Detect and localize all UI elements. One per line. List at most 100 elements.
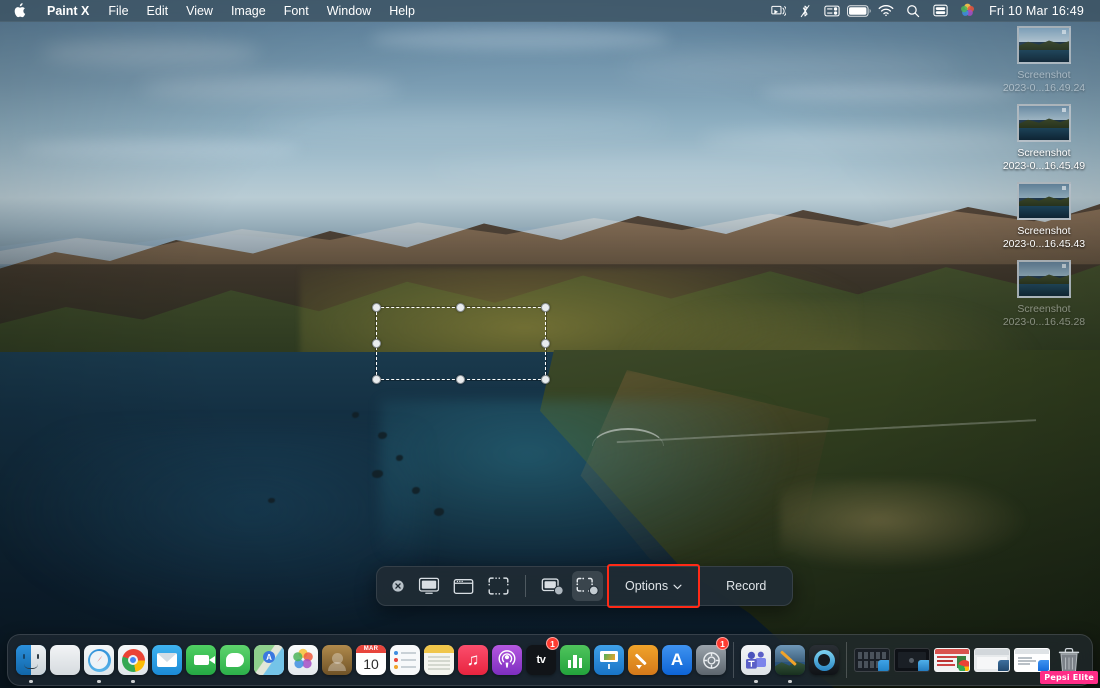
running-indicator xyxy=(97,679,101,683)
dock: A MAR 10 ♫ tv 1 A 1 xyxy=(7,634,1093,686)
screenshot-thumbnail xyxy=(1017,260,1071,298)
dock-divider xyxy=(846,642,847,678)
menu-bar-clock[interactable]: Fri 10 Mar 16:49 xyxy=(981,4,1088,18)
dock-item-music[interactable]: ♫ xyxy=(456,634,490,686)
dock-item-quicktime-player[interactable] xyxy=(807,634,841,686)
dock-item-system-preferences[interactable]: 1 xyxy=(694,634,729,686)
close-icon[interactable] xyxy=(387,571,409,601)
screenshot-thumbnail xyxy=(1017,182,1071,220)
calendar-icon: MAR 10 xyxy=(356,645,386,675)
dock-item-calendar[interactable]: MAR 10 xyxy=(354,634,388,686)
dock-item-microsoft-teams[interactable] xyxy=(739,634,773,686)
facetime-icon xyxy=(186,645,216,675)
photos-icon xyxy=(288,645,318,675)
system-preferences-badge: 1 xyxy=(716,637,729,650)
dock-item-messages[interactable] xyxy=(218,634,252,686)
record-button[interactable]: Record xyxy=(714,573,778,599)
mail-icon xyxy=(152,645,182,675)
numbers-icon xyxy=(560,645,590,675)
cloud-shape xyxy=(370,28,670,50)
dock-item-contacts[interactable] xyxy=(320,634,354,686)
dock-item-mail[interactable] xyxy=(150,634,184,686)
podcasts-icon xyxy=(492,645,522,675)
desktop-file-label: Screenshot 2023-0...16.45.49 xyxy=(1003,147,1085,173)
dock-item-paint-x[interactable] xyxy=(773,634,807,686)
menu-item-file[interactable]: File xyxy=(99,0,137,21)
photos-menu-icon[interactable] xyxy=(954,0,980,22)
file-name-line2: 2023-0...16.45.43 xyxy=(1002,238,1086,250)
cloud-shape xyxy=(40,40,260,66)
spotlight-search-icon[interactable] xyxy=(900,0,926,22)
dock-item-pages[interactable] xyxy=(626,634,660,686)
menu-item-view[interactable]: View xyxy=(177,0,222,21)
menu-item-window[interactable]: Window xyxy=(318,0,380,21)
desktop-file-item[interactable]: Screenshot 2023-0...16.45.28 xyxy=(996,260,1092,329)
dock-item-numbers[interactable] xyxy=(558,634,592,686)
desktop-file-item[interactable]: Screenshot 2023-0...16.49.24 xyxy=(996,26,1092,95)
running-indicator xyxy=(29,679,33,683)
minimized-window-safari[interactable] xyxy=(892,634,932,686)
siri-icon[interactable] xyxy=(927,0,953,22)
dock-item-notes[interactable] xyxy=(422,634,456,686)
app-store-icon: A xyxy=(662,645,692,675)
quicktime-player-icon xyxy=(809,645,839,675)
file-name-line1: Screenshot xyxy=(1017,69,1071,81)
record-entire-screen-button[interactable] xyxy=(537,571,568,601)
cloud-shape xyxy=(250,112,670,138)
minimized-window-paint-x[interactable] xyxy=(972,634,1012,686)
file-name-line1: Screenshot xyxy=(1017,225,1071,237)
selection-handle-se[interactable] xyxy=(541,375,550,384)
selection-handle-w[interactable] xyxy=(372,338,381,348)
selection-handle-sw[interactable] xyxy=(372,375,381,384)
selection-handle-s[interactable] xyxy=(456,375,465,384)
dock-item-app-store[interactable]: A xyxy=(660,634,694,686)
dock-item-apple-tv[interactable]: tv 1 xyxy=(524,634,559,686)
capture-selected-portion-button[interactable] xyxy=(483,571,514,601)
microsoft-teams-icon xyxy=(741,645,771,675)
file-name-line2: 2023-0...16.45.28 xyxy=(1002,316,1086,328)
safari-icon xyxy=(84,645,114,675)
bluetooth-off-icon[interactable] xyxy=(792,0,818,22)
capture-selected-window-button[interactable] xyxy=(448,571,479,601)
wifi-icon[interactable] xyxy=(873,0,899,22)
menu-item-font[interactable]: Font xyxy=(275,0,318,21)
dock-item-safari[interactable] xyxy=(82,634,116,686)
selection-handle-e[interactable] xyxy=(541,338,550,348)
capture-entire-screen-button[interactable] xyxy=(413,571,444,601)
menu-app-name[interactable]: Paint X xyxy=(37,0,99,21)
cloud-shape xyxy=(700,130,1030,150)
options-button[interactable]: Options xyxy=(613,573,694,599)
screen-mirroring-icon[interactable] xyxy=(765,0,791,22)
chrome-icon xyxy=(118,645,148,675)
options-button-wrapper: Options xyxy=(607,564,701,608)
dock-item-facetime[interactable] xyxy=(184,634,218,686)
selection-handle-nw[interactable] xyxy=(372,303,381,312)
desktop-file-item[interactable]: Screenshot 2023-0...16.45.49 xyxy=(996,104,1092,173)
dock-item-launchpad[interactable] xyxy=(48,634,82,686)
dock-item-maps[interactable]: A xyxy=(252,634,286,686)
menu-item-help[interactable]: Help xyxy=(380,0,424,21)
minimized-window-chrome[interactable] xyxy=(932,634,972,686)
selection-handle-ne[interactable] xyxy=(541,303,550,312)
battery-icon[interactable] xyxy=(846,0,872,22)
screen-capture-selection-area[interactable] xyxy=(372,303,550,384)
desktop-file-item[interactable]: Screenshot 2023-0...16.45.43 xyxy=(996,182,1092,251)
dock-item-reminders[interactable] xyxy=(388,634,422,686)
dock-item-photos[interactable] xyxy=(286,634,320,686)
screenshot-toolbar: Options Record xyxy=(376,564,794,608)
cloud-shape xyxy=(430,158,850,180)
screenshot-thumbnail xyxy=(1017,104,1071,142)
dock-item-finder[interactable] xyxy=(14,634,48,686)
dock-item-chrome[interactable] xyxy=(116,634,150,686)
dock-item-keynote[interactable] xyxy=(592,634,626,686)
selection-handle-n[interactable] xyxy=(456,303,465,312)
record-selected-portion-button[interactable] xyxy=(572,571,603,601)
chevron-down-icon xyxy=(673,579,682,593)
apple-logo-icon[interactable] xyxy=(0,0,37,21)
minimized-window-launchpad[interactable] xyxy=(852,634,892,686)
maps-icon: A xyxy=(254,645,284,675)
control-center-icon[interactable] xyxy=(819,0,845,22)
menu-item-edit[interactable]: Edit xyxy=(138,0,178,21)
dock-item-podcasts[interactable] xyxy=(490,634,524,686)
menu-item-image[interactable]: Image xyxy=(222,0,275,21)
